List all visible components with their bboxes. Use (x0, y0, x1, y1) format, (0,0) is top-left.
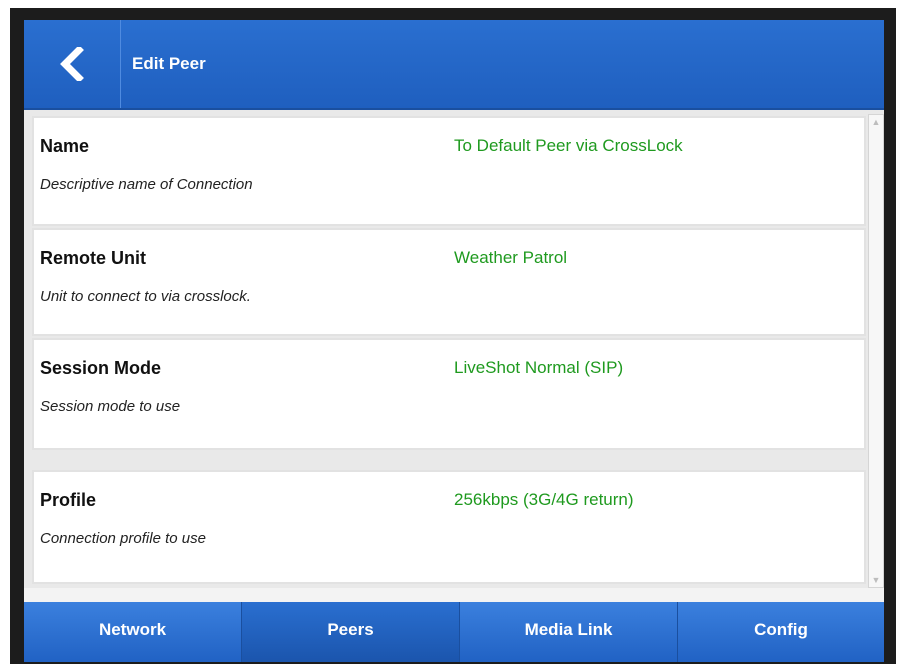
back-button[interactable] (24, 20, 121, 108)
scroll-up-icon[interactable]: ▲ (870, 116, 882, 128)
settings-list-area: Name Descriptive name of Connection To D… (24, 110, 884, 588)
screen: Edit Peer Name Descriptive name of Conne… (24, 20, 884, 662)
tab-media-link[interactable]: Media Link (460, 602, 678, 662)
field-row-name[interactable]: Name Descriptive name of Connection To D… (32, 116, 866, 226)
tab-network[interactable]: Network (24, 602, 242, 662)
field-label: Remote Unit (40, 248, 147, 268)
bottom-tab-bar: Network Peers Media Link Config (24, 602, 884, 662)
tab-peers[interactable]: Peers (242, 602, 460, 662)
field-value[interactable]: To Default Peer via CrossLock (454, 136, 683, 156)
vertical-scrollbar[interactable]: ▲ ▼ (868, 114, 884, 588)
field-value[interactable]: LiveShot Normal (SIP) (454, 358, 623, 378)
field-label: Profile (40, 490, 97, 510)
field-row-session-mode[interactable]: Session Mode Session mode to use LiveSho… (32, 338, 866, 450)
field-row-remote-unit[interactable]: Remote Unit Unit to connect to via cross… (32, 228, 866, 336)
page-title: Edit Peer (132, 54, 206, 73)
chevron-left-icon (60, 47, 84, 81)
header-bar: Edit Peer (24, 20, 884, 110)
tab-config[interactable]: Config (678, 602, 884, 662)
device-frame: Edit Peer Name Descriptive name of Conne… (10, 8, 896, 664)
field-description: Unit to connect to via crosslock. (40, 288, 251, 305)
field-description: Session mode to use (40, 398, 181, 415)
scroll-down-icon[interactable]: ▼ (870, 574, 882, 586)
field-value[interactable]: Weather Patrol (454, 248, 567, 268)
field-label: Session Mode (40, 358, 162, 378)
field-row-profile[interactable]: Profile Connection profile to use 256kbp… (32, 470, 866, 584)
field-description: Connection profile to use (40, 530, 206, 547)
field-value[interactable]: 256kbps (3G/4G return) (454, 490, 634, 510)
field-label: Name (40, 136, 90, 156)
field-description: Descriptive name of Connection (40, 176, 253, 193)
